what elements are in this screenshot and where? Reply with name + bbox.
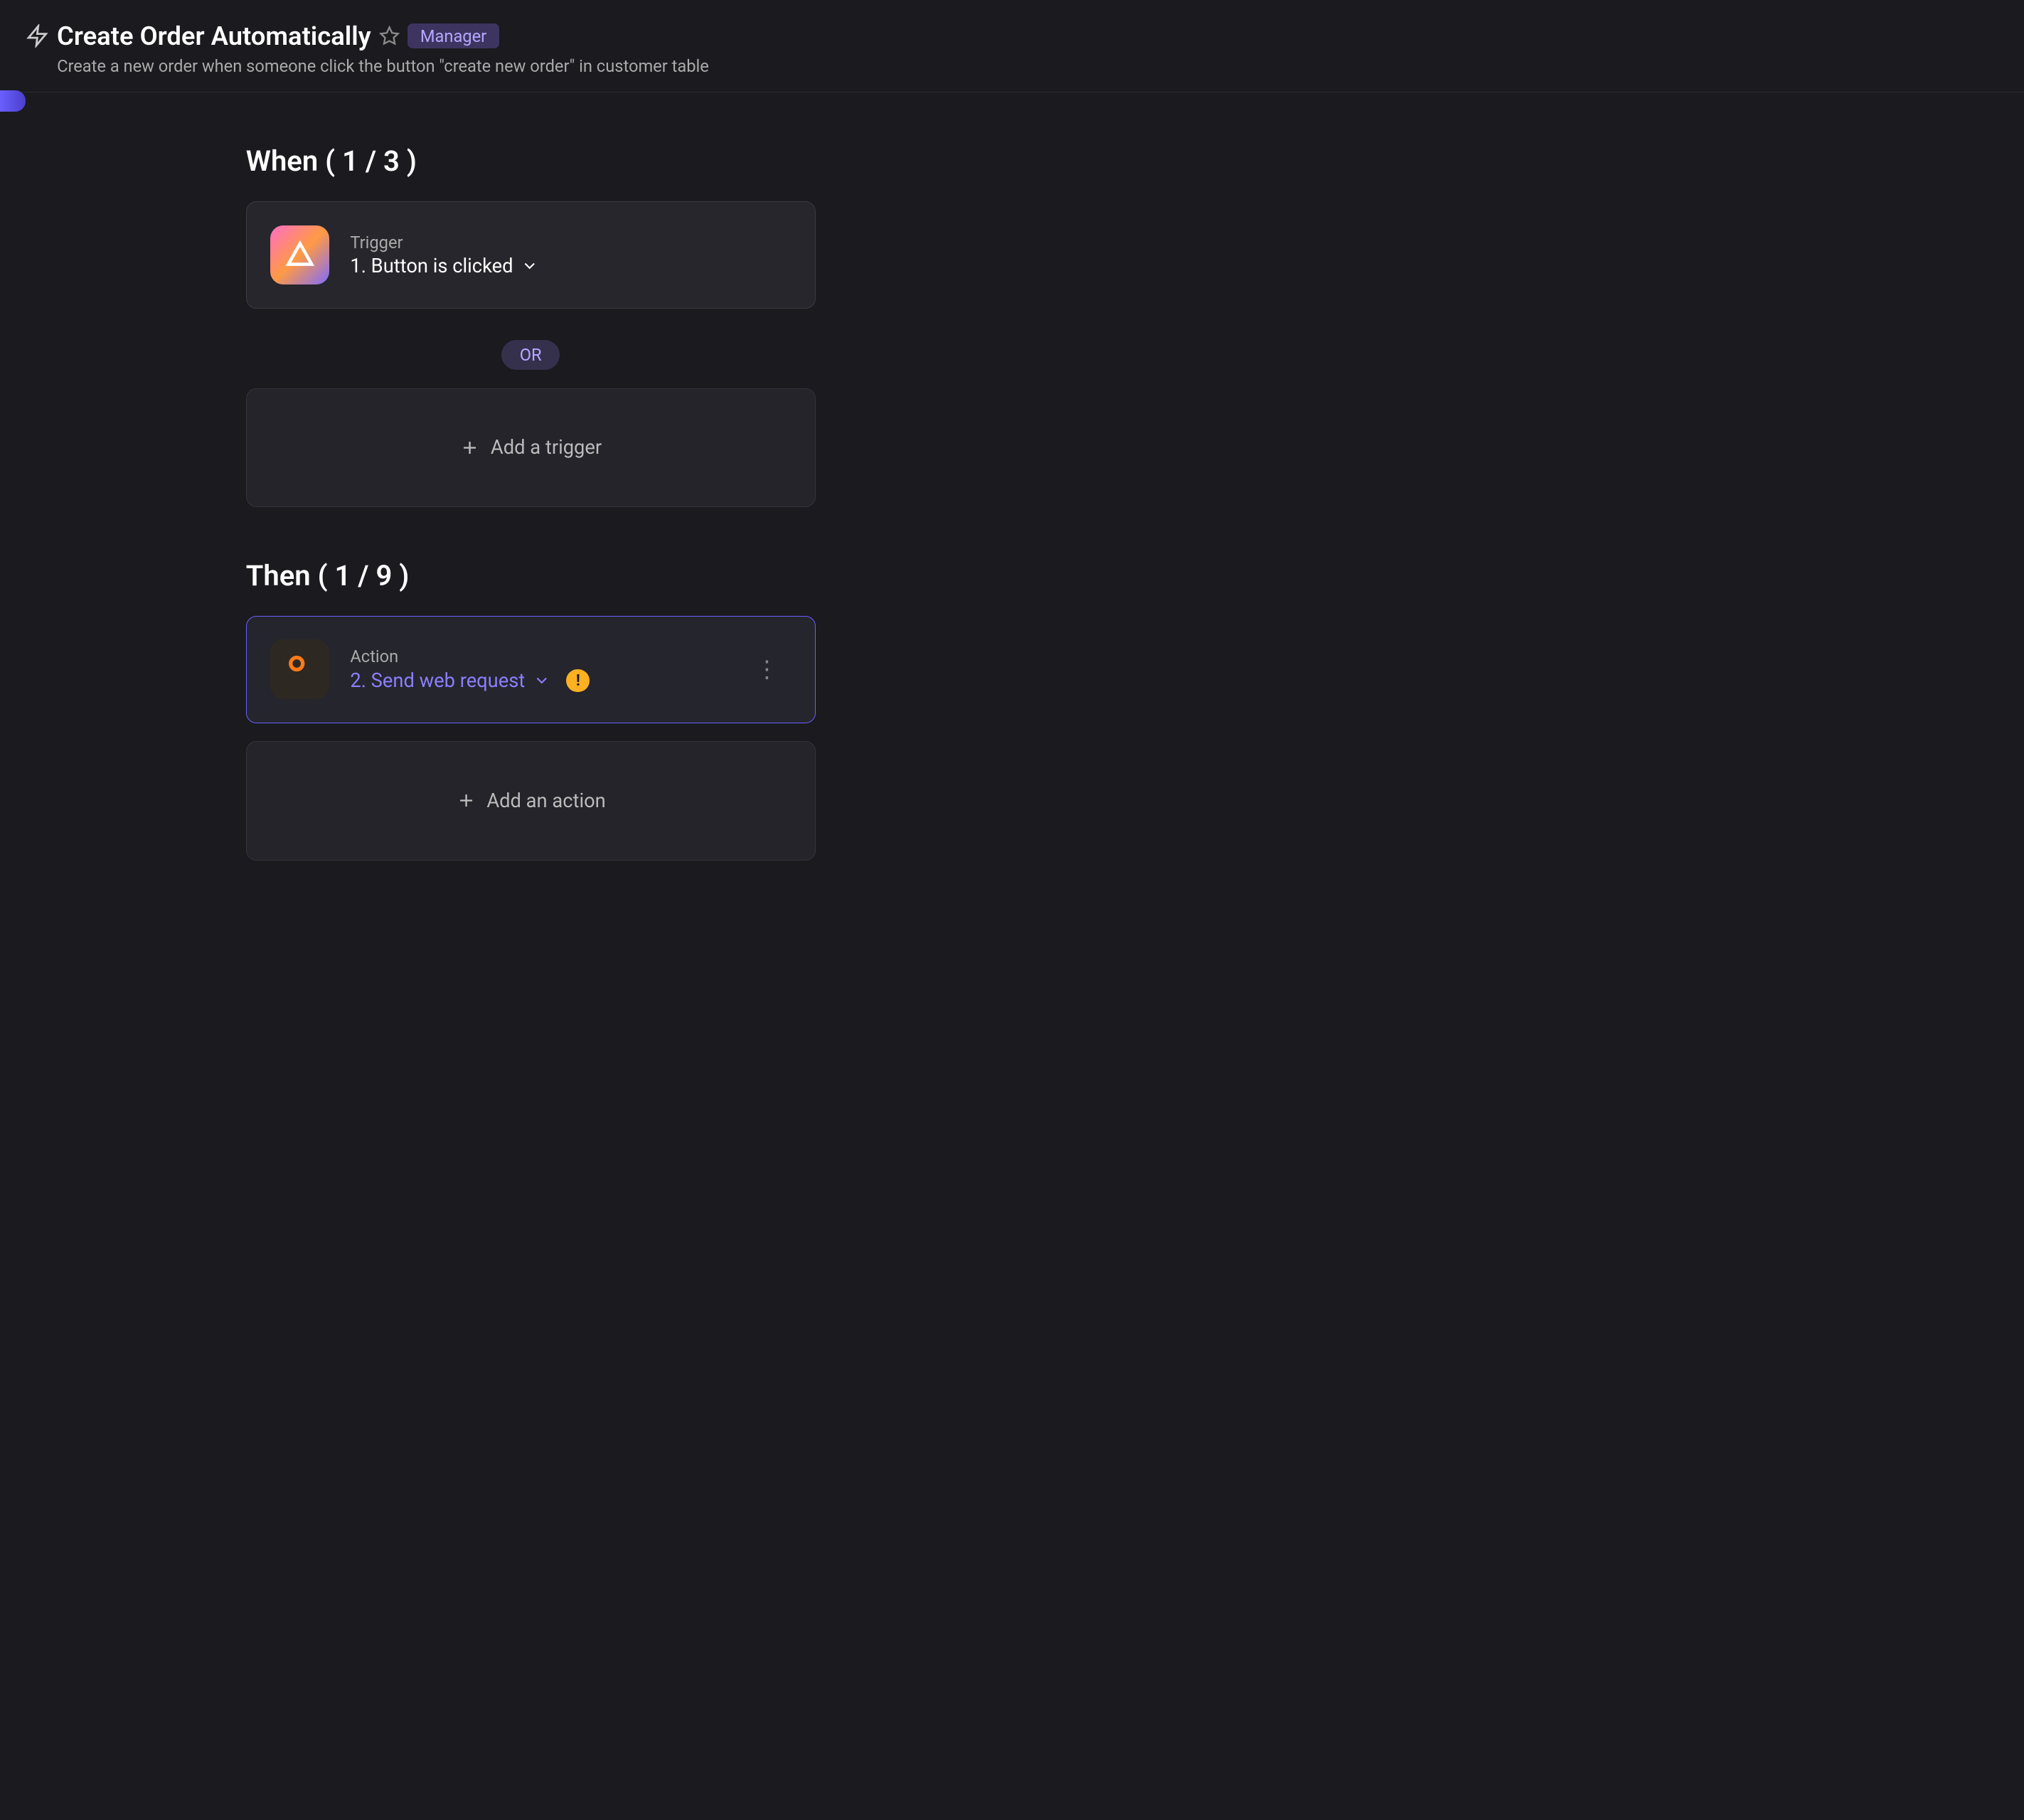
page-subtitle: Create a new order when someone click th… <box>57 56 709 76</box>
plus-icon <box>456 790 476 811</box>
then-section-title: Then ( 1 / 9 ) <box>246 559 2024 592</box>
action-text: 2. Send web request ! <box>350 669 724 693</box>
chevron-down-icon[interactable] <box>521 257 538 275</box>
flow-canvas: When ( 1 / 3 ) Trigger 1. Button is clic… <box>0 92 2024 1811</box>
action-app-icon <box>270 639 330 699</box>
sidebar-expand-handle[interactable] <box>0 90 26 111</box>
add-trigger-button[interactable]: Add a trigger <box>246 388 816 507</box>
role-badge: Manager <box>408 23 500 48</box>
or-separator: OR <box>501 340 560 371</box>
more-menu-button[interactable]: ⋮ <box>745 656 791 683</box>
when-section-title: When ( 1 / 3 ) <box>246 144 2024 178</box>
chevron-down-icon[interactable] <box>533 671 550 689</box>
warning-icon: ! <box>566 669 590 693</box>
add-action-button[interactable]: Add an action <box>246 741 816 860</box>
trigger-label: Trigger <box>350 233 791 252</box>
star-icon[interactable] <box>379 26 400 46</box>
page-title: Create Order Automatically <box>57 21 371 51</box>
trigger-app-icon <box>270 225 330 285</box>
trigger-text: 1. Button is clicked <box>350 255 791 277</box>
action-label: Action <box>350 646 724 666</box>
lightning-icon <box>26 24 49 48</box>
trigger-card[interactable]: Trigger 1. Button is clicked <box>246 201 816 309</box>
action-card[interactable]: Action 2. Send web request ! ⋮ <box>246 616 816 723</box>
plus-icon <box>459 437 480 458</box>
page-header: Create Order Automatically Manager Creat… <box>0 0 2024 92</box>
